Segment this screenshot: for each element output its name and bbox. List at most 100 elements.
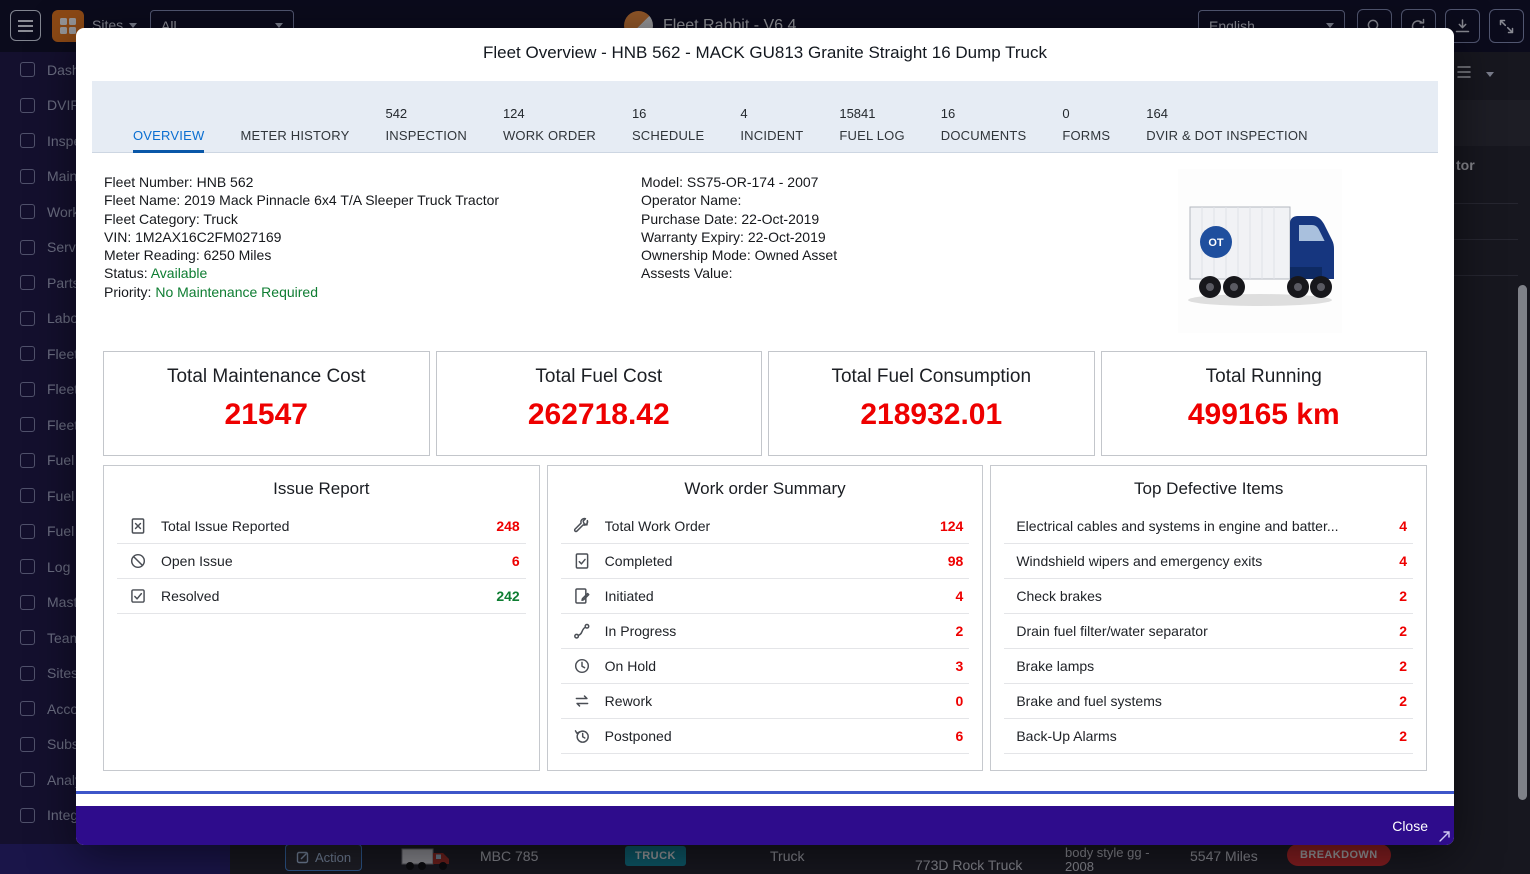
row-label: Back-Up Alarms — [1016, 728, 1117, 744]
row-value: 2 — [1399, 658, 1408, 674]
tab[interactable]: 4 INCIDENT — [740, 81, 803, 152]
resize-handle-icon[interactable] — [1438, 830, 1451, 843]
row-value: 2 — [1399, 728, 1408, 744]
row-value: 6 — [955, 728, 964, 744]
defective-item-row: Drain fuel filter/water separator 2 — [1004, 614, 1414, 649]
row-label: In Progress — [604, 623, 677, 639]
tab[interactable]: 16 SCHEDULE — [632, 81, 704, 152]
work-order-row: In Progress 2 — [560, 614, 970, 649]
detail-label: Ownership Mode: — [641, 247, 751, 264]
tab[interactable]: 16 DOCUMENTS — [941, 81, 1027, 152]
tab-label: OVERVIEW — [133, 128, 205, 143]
row-label: Initiated — [604, 588, 654, 604]
detail-label: Purchase Date: — [641, 210, 738, 227]
rework-icon — [573, 692, 591, 710]
row-value: 4 — [955, 588, 964, 604]
panel-title: Issue Report — [273, 479, 370, 498]
ban-icon — [129, 552, 147, 570]
stat-card-value: 499165 km — [1187, 398, 1340, 431]
wrench-icon — [573, 517, 591, 535]
footer-divider — [76, 791, 1454, 794]
tab[interactable]: 0 FORMS — [1062, 81, 1110, 152]
detail-label: Fleet Category: — [104, 210, 200, 227]
tab-count: 15841 — [839, 106, 876, 121]
close-button[interactable]: Close — [1392, 818, 1428, 834]
detail-line: Model: SS75-OR-174 - 2007 — [641, 173, 837, 191]
tab[interactable]: 164 DVIR & DOT INSPECTION — [1146, 81, 1307, 152]
detail-line: Meter Reading: 6250 Miles — [104, 246, 499, 264]
issue-report-row: Resolved 242 — [117, 579, 526, 614]
detail-label: Model: — [641, 174, 684, 190]
row-label: Brake lamps — [1016, 658, 1095, 674]
dialog-footer: Close — [76, 806, 1454, 845]
tab[interactable]: 542 INSPECTION — [385, 81, 466, 152]
detail-value: Truck — [203, 210, 238, 227]
tab-label: SCHEDULE — [631, 128, 705, 143]
stat-card: Total Fuel Consumption 218932.01 — [768, 351, 1095, 456]
row-value: 242 — [496, 588, 520, 604]
detail-label: Priority: — [104, 283, 152, 300]
detail-line: Operator Name: — [641, 191, 837, 209]
svg-text:OT: OT — [1208, 237, 1224, 249]
row-value: 0 — [955, 693, 964, 709]
tab-label: METER HISTORY — [240, 128, 350, 143]
doc-check-icon — [573, 552, 591, 570]
fleet-overview-dialog: Fleet Overview - HNB 562 - MACK GU813 Gr… — [76, 28, 1454, 845]
detail-value: HNB 562 — [196, 174, 254, 190]
tab-label: FORMS — [1062, 128, 1111, 143]
row-value: 98 — [947, 553, 964, 569]
row-label: Total Work Order — [604, 518, 711, 534]
tab-label: DOCUMENTS — [940, 128, 1027, 143]
tab-count: 164 — [1146, 106, 1168, 121]
work-order-row: Initiated 4 — [560, 579, 970, 614]
detail-label: Fleet Number: — [104, 174, 193, 190]
defective-item-row: Windshield wipers and emergency exits 4 — [1004, 544, 1414, 579]
row-label: On Hold — [604, 658, 657, 674]
stat-card-title: Total Fuel Consumption — [831, 366, 1032, 387]
row-value: 124 — [939, 518, 964, 534]
stat-card-title: Total Running — [1205, 366, 1322, 387]
row-value: 6 — [511, 553, 520, 569]
row-value: 4 — [1399, 553, 1408, 569]
stat-card-value: 21547 — [224, 398, 308, 431]
detail-line: Purchase Date: 22-Oct-2019 — [641, 210, 837, 228]
tab-count: 16 — [631, 106, 647, 121]
detail-value: 22-Oct-2019 — [747, 228, 826, 245]
detail-label: Assests Value: — [641, 265, 733, 282]
tab[interactable]: 124 WORK ORDER — [503, 81, 596, 152]
detail-line: Fleet Number: HNB 562 — [104, 173, 499, 191]
row-value: 4 — [1399, 518, 1408, 534]
stat-card-value: 218932.01 — [860, 398, 1003, 431]
row-value: 2 — [1399, 588, 1408, 604]
detail-label: Meter Reading: — [104, 247, 200, 264]
tab[interactable]: METER HISTORY — [240, 81, 349, 152]
row-label: Total Issue Reported — [161, 518, 290, 534]
tab[interactable]: OVERVIEW — [133, 81, 205, 153]
detail-label: Fleet Name: — [104, 192, 181, 209]
defective-item-row: Brake and fuel systems 2 — [1004, 684, 1414, 719]
row-value: 3 — [955, 658, 964, 674]
stat-cards: Total Maintenance Cost 21547 Total Fuel … — [103, 351, 1427, 456]
tab-label: WORK ORDER — [502, 128, 596, 143]
row-value: 2 — [955, 623, 964, 639]
work-order-row: On Hold 3 — [560, 649, 970, 684]
tab-count — [133, 106, 204, 122]
detail-line: Warranty Expiry: 22-Oct-2019 — [641, 228, 837, 246]
detail-line: VIN: 1M2AX16C2FM027169 — [104, 228, 499, 246]
tab[interactable]: 15841 FUEL LOG — [839, 81, 904, 152]
work-order-row: Rework 0 — [560, 684, 970, 719]
defective-item-row: Check brakes 2 — [1004, 579, 1414, 614]
tab-count — [240, 106, 349, 122]
issue-doc-icon — [129, 517, 147, 535]
detail-label: Operator Name: — [641, 192, 742, 209]
panel-title: Top Defective Items — [1134, 479, 1284, 498]
stat-card-value: 262718.42 — [527, 398, 670, 431]
tab-count: 0 — [1062, 106, 1070, 121]
details-right-column: Model: SS75-OR-174 - 2007 Operator Name:… — [641, 173, 837, 283]
dialog-title: Fleet Overview - HNB 562 - MACK GU813 Gr… — [482, 43, 1048, 62]
detail-line: Priority: No Maintenance Required — [104, 283, 499, 301]
detail-label: Status: — [104, 265, 148, 282]
row-label: Postponed — [604, 728, 672, 744]
tab-count: 16 — [940, 106, 956, 121]
defective-item-row: Back-Up Alarms 2 — [1004, 719, 1414, 754]
